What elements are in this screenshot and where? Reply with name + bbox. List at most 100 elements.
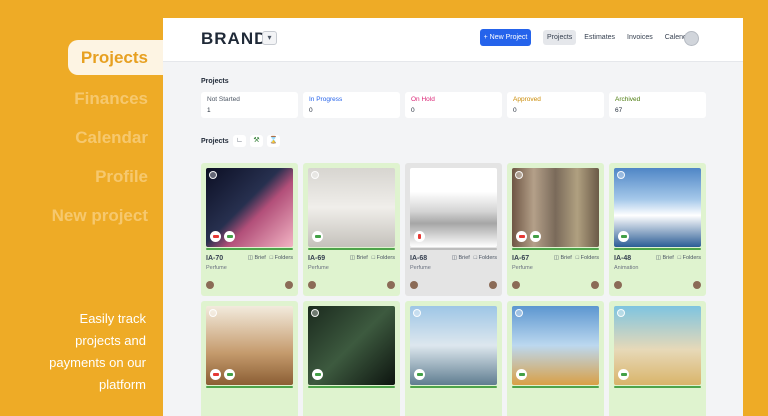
- folders-link[interactable]: □ Folders: [678, 255, 701, 261]
- folders-label: Folders: [580, 255, 599, 261]
- status-red-icon: [516, 231, 527, 242]
- card-links: ◫ Brief □ Folders: [350, 255, 395, 261]
- project-thumbnail[interactable]: [410, 306, 497, 385]
- select-checkbox[interactable]: [311, 171, 319, 179]
- main-nav: Projects Estimates Invoices Calendar: [543, 30, 697, 45]
- client-avatar: [206, 281, 214, 289]
- folders-link[interactable]: □ Folders: [372, 255, 395, 261]
- projects-toolbar: ∟ ⚒ ⌛: [233, 135, 280, 147]
- progress-bar: [308, 386, 395, 388]
- folders-link[interactable]: □ Folders: [270, 255, 293, 261]
- project-type: Perfume: [512, 265, 533, 271]
- project-thumbnail[interactable]: [206, 168, 293, 247]
- brief-link[interactable]: ◫ Brief: [248, 255, 266, 261]
- project-thumbnail[interactable]: [512, 168, 599, 247]
- new-project-button[interactable]: + New Project: [480, 29, 531, 46]
- project-id: IA-67: [512, 255, 530, 262]
- project-thumbnail[interactable]: [308, 168, 395, 247]
- folders-label: Folders: [478, 255, 497, 261]
- thumb-badges: [210, 231, 235, 242]
- status-green-icon: [414, 369, 425, 380]
- status-summary: Not Started 1 In Progress 0 On Hold 0 Appro…: [201, 92, 706, 118]
- promo-nav-projects[interactable]: Projects: [68, 40, 163, 75]
- thumb-badges: [414, 231, 425, 242]
- project-thumbnail[interactable]: [614, 168, 701, 247]
- folders-label: Folders: [682, 255, 701, 261]
- nav-projects[interactable]: Projects: [543, 30, 577, 45]
- folders-link[interactable]: □ Folders: [576, 255, 599, 261]
- project-card[interactable]: IA-48 ◫ Brief □ Folders Animation: [609, 163, 706, 296]
- select-checkbox[interactable]: [209, 171, 217, 179]
- project-thumbnail[interactable]: [308, 306, 395, 385]
- project-thumbnail[interactable]: [206, 306, 293, 385]
- status-count: 0: [411, 107, 415, 114]
- user-avatar[interactable]: [684, 31, 699, 46]
- chart-icon[interactable]: ∟: [233, 135, 246, 147]
- project-thumbnail[interactable]: [512, 306, 599, 385]
- status-label: On Hold: [411, 96, 435, 103]
- project-card[interactable]: IA-69 ◫ Brief □ Folders Perfume: [303, 163, 400, 296]
- tagline-line: platform: [99, 377, 146, 392]
- promo-nav-calendar[interactable]: Calendar: [0, 118, 163, 157]
- select-checkbox[interactable]: [413, 171, 421, 179]
- project-id: IA-70: [206, 255, 224, 262]
- status-card[interactable]: In Progress 0: [303, 92, 400, 118]
- brief-link[interactable]: ◫ Brief: [350, 255, 368, 261]
- select-checkbox[interactable]: [617, 309, 625, 317]
- select-checkbox[interactable]: [413, 309, 421, 317]
- card-links: ◫ Brief □ Folders: [656, 255, 701, 261]
- hourglass-icon[interactable]: ⌛: [267, 135, 280, 147]
- brief-label: Brief: [560, 255, 572, 261]
- promo-nav-profile[interactable]: Profile: [0, 157, 163, 196]
- status-green-icon: [618, 369, 629, 380]
- nav-invoices[interactable]: Invoices: [623, 30, 657, 45]
- nav-estimates[interactable]: Estimates: [580, 30, 619, 45]
- status-green-icon: [224, 369, 235, 380]
- progress-bar: [410, 248, 497, 250]
- project-card[interactable]: ◫ Brief □ Folders: [303, 301, 400, 416]
- chevron-down-icon[interactable]: ▾: [262, 31, 277, 45]
- folders-label: Folders: [376, 255, 395, 261]
- project-type: Perfume: [410, 265, 431, 271]
- projects-grid: IA-70 ◫ Brief □ Folders Perfume IA-69 ◫ …: [201, 163, 706, 416]
- client-avatar: [410, 281, 418, 289]
- brief-label: Brief: [662, 255, 674, 261]
- status-card[interactable]: Archived 67: [609, 92, 706, 118]
- tagline-line: payments on our: [49, 355, 146, 370]
- project-thumbnail[interactable]: [614, 306, 701, 385]
- progress-bar: [410, 386, 497, 388]
- status-count: 67: [615, 107, 623, 114]
- status-card[interactable]: On Hold 0: [405, 92, 502, 118]
- project-card[interactable]: ◫ Brief □ Folders: [405, 301, 502, 416]
- project-card[interactable]: ◫ Brief □ Folders: [609, 301, 706, 416]
- project-card[interactable]: IA-68 ◫ Brief □ Folders Perfume: [405, 163, 502, 296]
- select-checkbox[interactable]: [209, 309, 217, 317]
- select-checkbox[interactable]: [515, 171, 523, 179]
- promo-nav-finances[interactable]: Finances: [0, 79, 163, 118]
- brief-link[interactable]: ◫ Brief: [656, 255, 674, 261]
- brief-link[interactable]: ◫ Brief: [452, 255, 470, 261]
- status-count: 0: [309, 107, 313, 114]
- folders-link[interactable]: □ Folders: [474, 255, 497, 261]
- hourglass-icon: [414, 231, 425, 242]
- project-thumbnail[interactable]: [410, 168, 497, 247]
- project-card[interactable]: ◫ Brief □ Folders: [201, 301, 298, 416]
- select-checkbox[interactable]: [617, 171, 625, 179]
- status-card[interactable]: Not Started 1: [201, 92, 298, 118]
- thumb-badges: [414, 369, 425, 380]
- project-card[interactable]: IA-70 ◫ Brief □ Folders Perfume: [201, 163, 298, 296]
- owner-avatar: [693, 281, 701, 289]
- select-checkbox[interactable]: [311, 309, 319, 317]
- project-card[interactable]: ◫ Brief □ Folders: [507, 301, 604, 416]
- hammer-icon[interactable]: ⚒: [250, 135, 263, 147]
- promo-nav-new-project[interactable]: New project: [0, 196, 163, 235]
- tagline-line: Easily track: [79, 311, 146, 326]
- progress-bar: [206, 386, 293, 388]
- brief-link[interactable]: ◫ Brief: [554, 255, 572, 261]
- select-checkbox[interactable]: [515, 309, 523, 317]
- status-card[interactable]: Approved 0: [507, 92, 604, 118]
- thumb-badges: [312, 369, 323, 380]
- status-green-icon: [224, 231, 235, 242]
- project-card[interactable]: IA-67 ◫ Brief □ Folders Perfume: [507, 163, 604, 296]
- brief-label: Brief: [458, 255, 470, 261]
